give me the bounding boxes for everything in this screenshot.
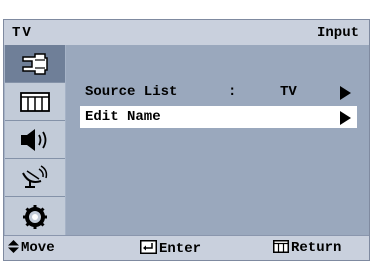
chevron-right-icon [340, 86, 351, 100]
channel-icon [22, 165, 48, 188]
menu-sidebar [4, 45, 66, 237]
hint-move-label: Move [21, 240, 55, 256]
sidebar-item-channel[interactable] [5, 159, 65, 197]
sidebar-item-sound[interactable] [5, 121, 65, 159]
title-bar: TV Input [4, 20, 369, 45]
hint-move: Move [8, 240, 55, 256]
hint-return: Return [273, 240, 341, 256]
menu-content: Source List : TV Edit Name [66, 45, 369, 237]
menu-item-edit-name[interactable]: Edit Name [80, 106, 357, 128]
menu-title: TV [12, 25, 33, 41]
menu-item-label: Source List [85, 84, 178, 100]
menu-item-label: Edit Name [85, 109, 161, 125]
menu-icon [273, 240, 289, 253]
hint-enter-label: Enter [159, 241, 202, 257]
tv-menu-panel: TV Input Source List: TV Edit Name Move… [3, 19, 370, 261]
sidebar-item-setup[interactable] [5, 197, 65, 237]
sidebar-item-input[interactable] [5, 45, 65, 83]
chevron-right-icon [340, 111, 351, 125]
hint-return-label: Return [291, 240, 342, 256]
sidebar-item-picture[interactable] [5, 83, 65, 121]
picture-icon [20, 92, 50, 112]
enter-icon [140, 240, 157, 254]
sound-icon [21, 129, 47, 151]
up-down-arrows-icon [8, 240, 19, 253]
input-icon [22, 53, 48, 75]
hint-enter: Enter [140, 240, 201, 257]
menu-section-title: Input [316, 25, 359, 41]
hint-bar: Move Enter Return [4, 235, 369, 260]
menu-item-value: TV [280, 84, 297, 100]
menu-item-separator: : [228, 84, 237, 100]
setup-icon [23, 205, 47, 229]
menu-item-source-list[interactable]: Source List : TV [80, 81, 357, 103]
